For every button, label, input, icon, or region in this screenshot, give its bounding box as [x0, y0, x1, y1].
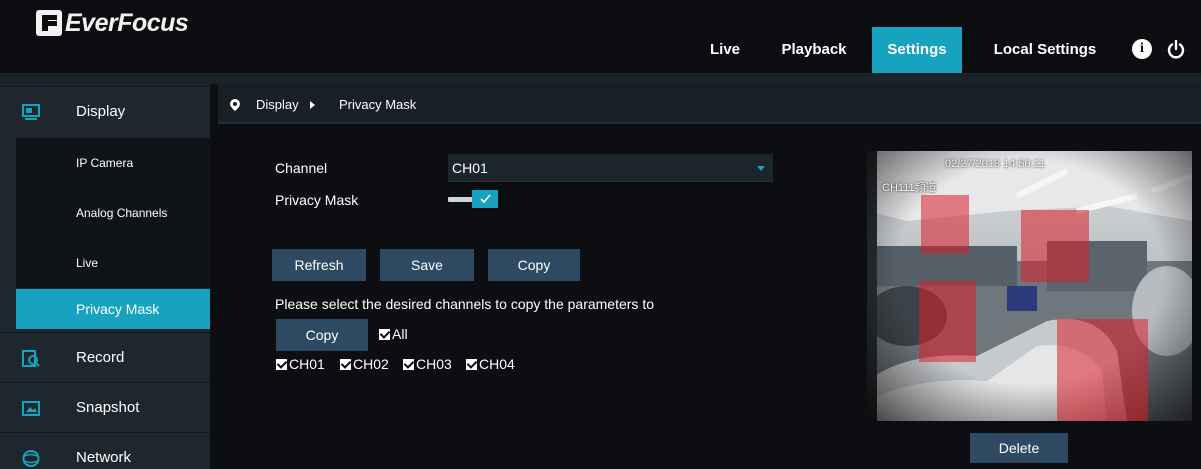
sidebar-item-label: Live	[76, 256, 99, 270]
brand-logo: EverFocus	[36, 8, 189, 38]
header-divider	[0, 73, 1201, 84]
sidebar-item-label: Analog Channels	[76, 206, 168, 220]
channel-checkbox-label: CH04	[479, 356, 515, 372]
checkbox-checked-icon	[276, 358, 287, 370]
camera-preview[interactable]: 02/27/2018 14:50:11 CH111頻道	[867, 151, 1192, 421]
copy-to-channels-button[interactable]: Copy	[276, 319, 368, 351]
privacy-mask-region[interactable]	[921, 195, 969, 254]
logo-mark-icon	[36, 10, 62, 36]
sidebar-label-display: Display	[76, 103, 126, 120]
nav-playback[interactable]: Playback	[768, 27, 860, 73]
channel-checkbox-ch03[interactable]: CH03	[403, 356, 452, 372]
check-icon	[480, 194, 491, 204]
channel-select[interactable]: CH01	[448, 154, 773, 182]
preview-timestamp: 02/27/2018 14:50:11	[945, 158, 1046, 170]
snapshot-icon	[22, 400, 40, 417]
privacy-mask-region[interactable]	[919, 281, 976, 362]
breadcrumb-current: Privacy Mask	[339, 97, 417, 112]
privacy-mask-region[interactable]	[1057, 319, 1148, 421]
sidebar-item-live[interactable]: Live	[16, 238, 210, 288]
sidebar-section-network[interactable]: Network	[0, 432, 210, 469]
privacy-mask-region[interactable]	[1021, 210, 1089, 282]
refresh-button[interactable]: Refresh	[272, 249, 366, 281]
toggle-knob	[472, 190, 498, 208]
checkbox-checked-icon	[340, 358, 351, 370]
network-icon	[22, 450, 40, 467]
channel-checkbox-ch01[interactable]: CH01	[276, 356, 325, 372]
save-button[interactable]: Save	[380, 249, 474, 281]
nav-local-settings[interactable]: Local Settings	[975, 27, 1115, 73]
sidebar-section-record[interactable]: Record	[0, 332, 210, 382]
nav-live[interactable]: Live	[700, 27, 750, 73]
preview-channel-name: CH111頻道	[882, 182, 937, 194]
sidebar-section-display[interactable]: Display	[0, 86, 210, 136]
sidebar-item-label: IP Camera	[76, 156, 134, 170]
sidebar-item-label: Privacy Mask	[76, 301, 160, 317]
all-label: All	[392, 326, 408, 342]
breadcrumb: Display Privacy Mask	[218, 84, 1201, 124]
chevron-down-icon	[757, 166, 765, 171]
privacy-mask-label: Privacy Mask	[275, 192, 359, 208]
location-pin-icon	[230, 98, 240, 111]
all-checkbox[interactable]: All	[379, 326, 408, 342]
info-icon[interactable]: i	[1132, 39, 1152, 59]
checkbox-checked-icon	[466, 358, 477, 370]
sidebar-item-privacy-mask[interactable]: Privacy Mask	[16, 289, 210, 329]
sidebar: Display IP Camera Analog Channels Live P…	[0, 84, 210, 469]
display-icon	[22, 104, 40, 121]
delete-button[interactable]: Delete	[970, 433, 1068, 463]
privacy-mask-toggle[interactable]	[448, 190, 500, 208]
channel-label: Channel	[275, 160, 328, 176]
nav-settings[interactable]: Settings	[872, 27, 962, 73]
channel-checkbox-ch04[interactable]: CH04	[466, 356, 515, 372]
sidebar-label-snapshot: Snapshot	[76, 399, 140, 416]
channel-select-value: CH01	[452, 160, 488, 176]
copy-button[interactable]: Copy	[488, 249, 580, 281]
channel-checkbox-label: CH03	[416, 356, 452, 372]
copy-hint-text: Please select the desired channels to co…	[275, 296, 654, 312]
channel-checkbox-label: CH02	[353, 356, 389, 372]
sidebar-item-ip-camera[interactable]: IP Camera	[16, 138, 210, 188]
power-icon[interactable]	[1166, 39, 1186, 59]
checkbox-checked-icon	[379, 328, 390, 340]
sidebar-label-network: Network	[76, 449, 132, 466]
brand-name: EverFocus	[65, 8, 189, 37]
checkbox-checked-icon	[403, 358, 414, 370]
breadcrumb-arrow-icon	[310, 101, 315, 109]
sidebar-item-analog-channels[interactable]: Analog Channels	[16, 188, 210, 238]
sidebar-section-snapshot[interactable]: Snapshot	[0, 382, 210, 432]
channel-checkbox-ch02[interactable]: CH02	[340, 356, 389, 372]
top-bar: EverFocus Live Playback Settings Local S…	[0, 0, 1201, 73]
channel-checkbox-label: CH01	[289, 356, 325, 372]
breadcrumb-root[interactable]: Display	[256, 97, 299, 112]
record-icon	[22, 350, 40, 367]
page: EverFocus Live Playback Settings Local S…	[0, 0, 1201, 469]
sidebar-label-record: Record	[76, 349, 125, 366]
